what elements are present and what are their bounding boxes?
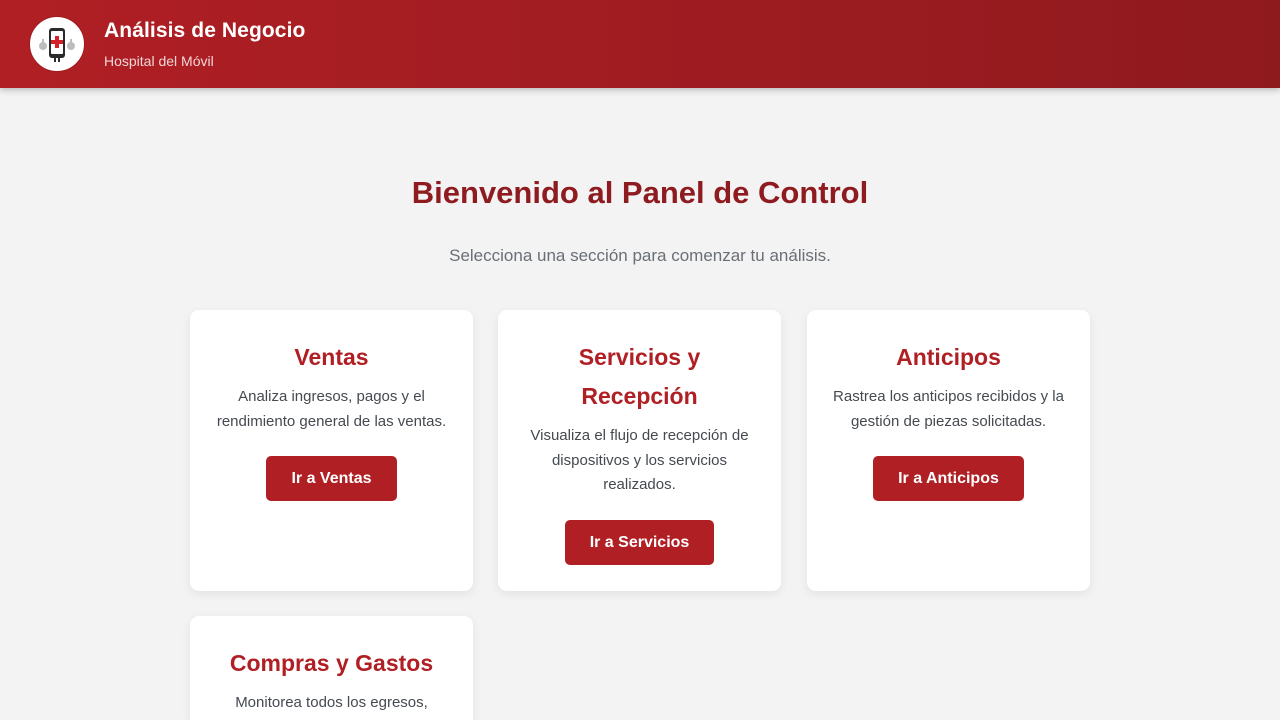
card-compras-gastos: Compras y Gastos Monitorea todos los egr… <box>190 616 473 720</box>
card-title: Compras y Gastos <box>229 650 434 676</box>
hospital-phone-logo-icon <box>30 17 84 71</box>
card-description: Rastrea los anticipos recibidos y la ges… <box>833 388 1064 430</box>
card-title: Anticipos <box>896 344 1001 370</box>
card-title: Servicios y Recepción <box>578 344 701 409</box>
card-description: Analiza ingresos, pagos y el rendimiento… <box>216 388 447 430</box>
card-servicios: Servicios y Recepción Visualiza el flujo… <box>498 310 781 591</box>
card-description: Monitorea todos los egresos, <box>235 694 428 711</box>
card-anticipos: Anticipos Rastrea los anticipos recibido… <box>807 310 1090 591</box>
page-subtitle: Selecciona una sección para comenzar tu … <box>449 246 831 265</box>
card-description: Visualiza el flujo de recepción de dispo… <box>530 427 749 493</box>
page-title: Bienvenido al Panel de Control <box>411 175 869 210</box>
go-to-anticipos-button[interactable]: Ir a Anticipos <box>873 456 1024 501</box>
card-title: Ventas <box>294 344 369 370</box>
card-ventas: Ventas Analiza ingresos, pagos y el rend… <box>190 310 473 591</box>
go-to-servicios-button[interactable]: Ir a Servicios <box>564 519 715 565</box>
app-subtitle: Hospital del Móvil <box>104 53 214 69</box>
app-title: Análisis de Negocio <box>104 19 306 42</box>
go-to-ventas-button[interactable]: Ir a Ventas <box>266 456 397 501</box>
top-bar: Análisis de Negocio Hospital del Móvil <box>0 0 1280 88</box>
